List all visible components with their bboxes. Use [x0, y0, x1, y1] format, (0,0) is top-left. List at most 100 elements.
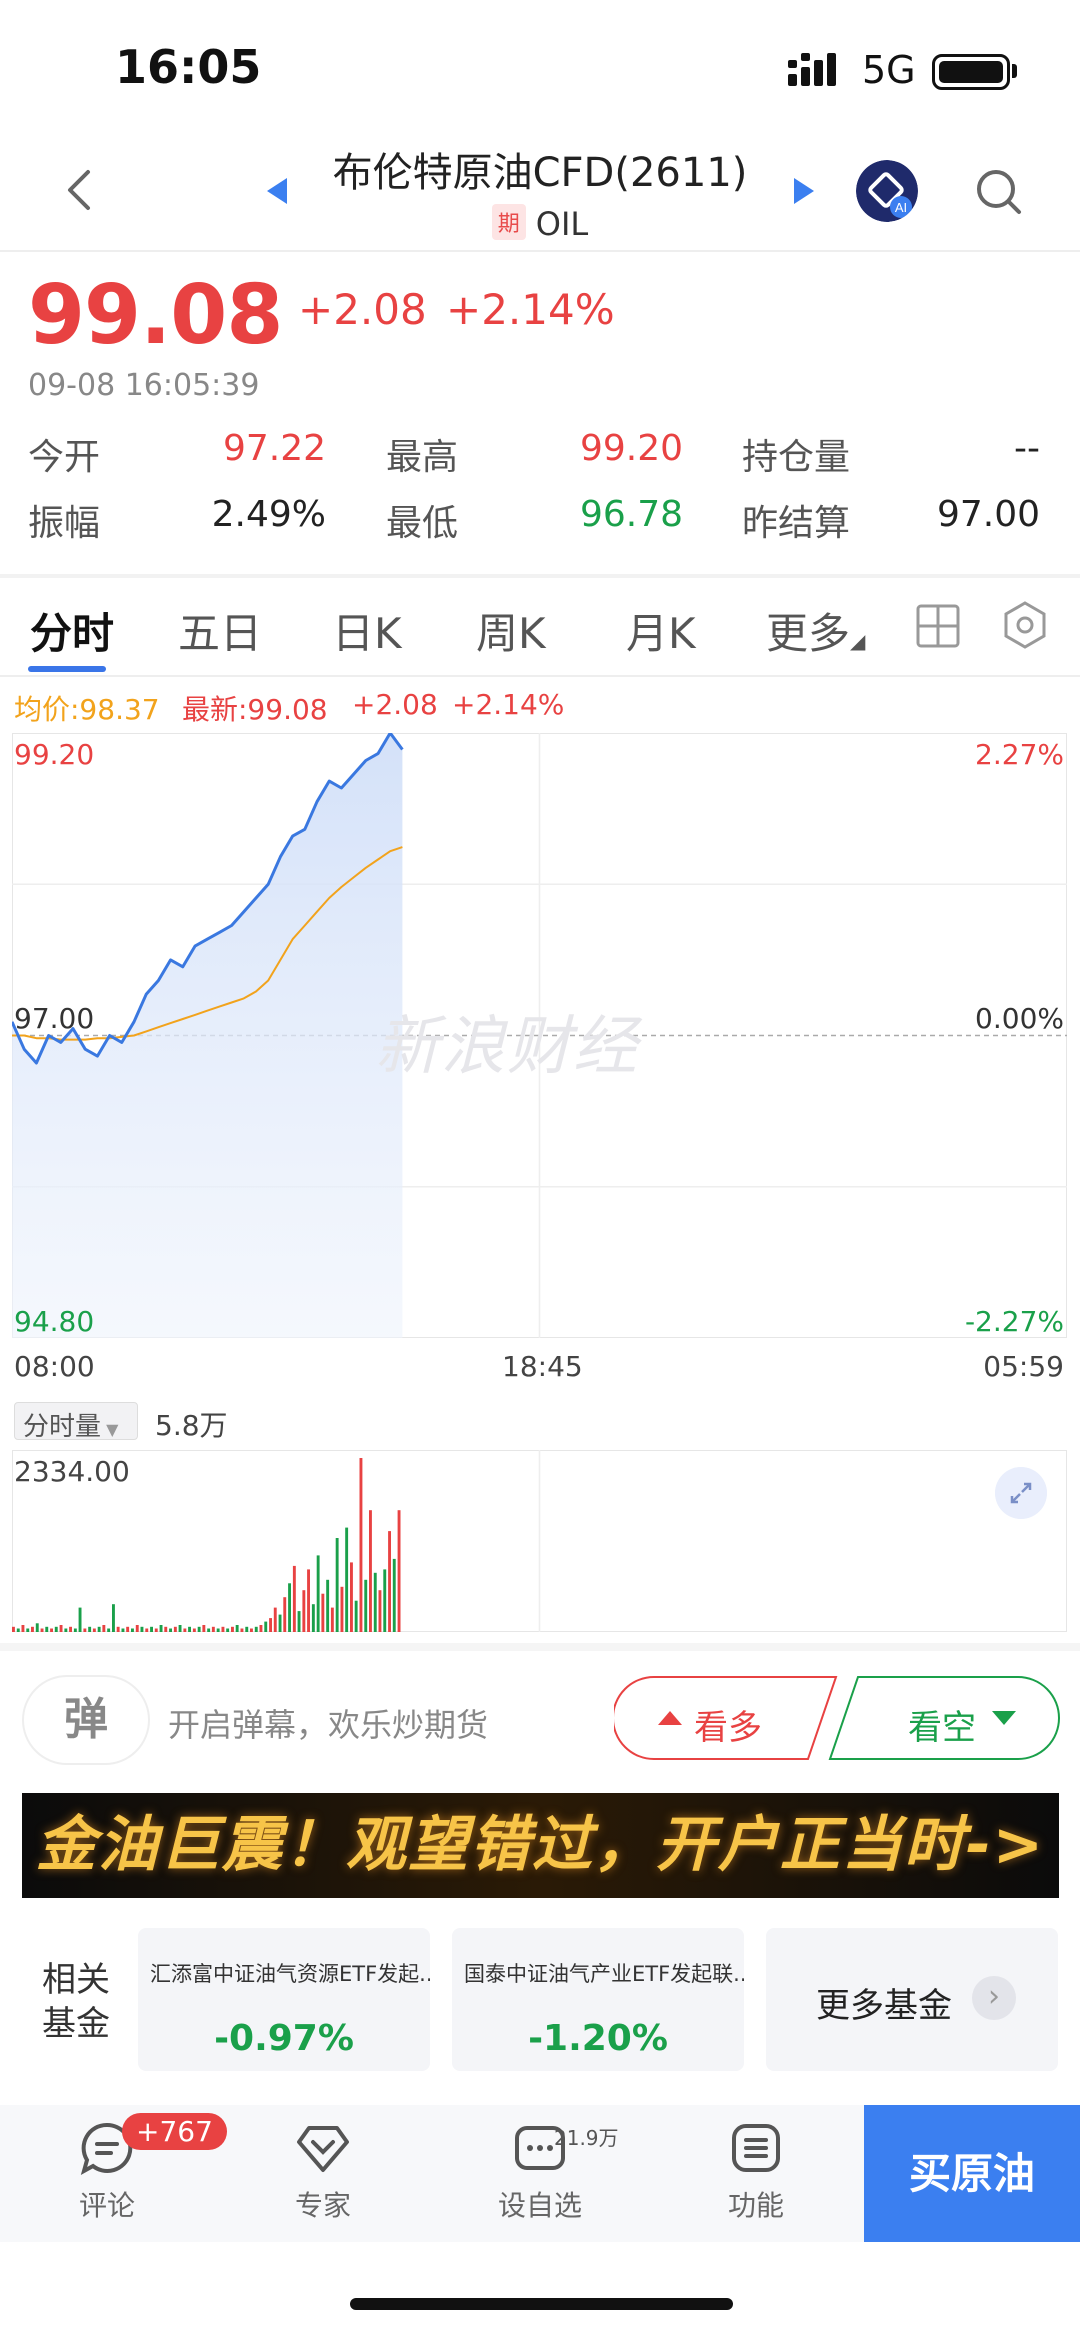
stat-value-prev-settle: 97.00 [936, 494, 1040, 535]
volume-bar [383, 1569, 387, 1632]
volume-chart [12, 1450, 541, 1632]
volume-bar [221, 1626, 225, 1632]
volume-bar [178, 1625, 182, 1632]
volume-bar [197, 1626, 201, 1632]
pct-axis-mid: 0.00% [975, 1002, 1064, 1035]
barrage-placeholder[interactable]: 开启弹幕，欢乐炒期货 [168, 1700, 488, 1746]
fund-card[interactable]: 汇添富中证油气资源ETF发起... -0.97% [138, 1928, 430, 2071]
volume-bar [135, 1625, 139, 1632]
tab-more[interactable]: 更多◢ [766, 600, 865, 661]
expert-button[interactable]: 专家 [248, 2120, 398, 2224]
volume-bar [102, 1625, 106, 1632]
volume-bar [311, 1604, 315, 1632]
comment-count-badge: +767 [122, 2113, 227, 2150]
stat-label-open: 今开 [28, 437, 101, 478]
pct-axis-top: 2.27% [975, 738, 1064, 771]
buy-oil-button[interactable]: 买原油 [864, 2105, 1080, 2242]
more-funds-button[interactable]: 更多基金 › [766, 1928, 1058, 2071]
ai-assistant-icon[interactable]: AI [856, 160, 918, 222]
chevron-right-icon: › [972, 1976, 1016, 2020]
volume-bar [92, 1628, 96, 1632]
price-change: +2.08 [298, 285, 427, 334]
search-icon[interactable] [975, 168, 1023, 216]
volume-bar [169, 1628, 172, 1632]
volume-bar [264, 1621, 268, 1632]
tab-five-day[interactable]: 五日 [178, 600, 262, 661]
volume-bar [354, 1600, 358, 1632]
volume-bar [183, 1628, 187, 1632]
volume-bar [40, 1628, 44, 1632]
volume-bar [192, 1628, 196, 1632]
volume-bar [216, 1628, 220, 1632]
volume-bar [350, 1562, 353, 1632]
stat-value-open: 97.22 [222, 428, 326, 469]
svg-text:AI: AI [895, 200, 907, 215]
volume-bar [226, 1628, 230, 1632]
volume-bar [188, 1626, 191, 1632]
volume-bar [145, 1628, 149, 1632]
volume-bar [112, 1604, 115, 1632]
stat-value-high: 99.20 [579, 428, 683, 469]
tab-daily-k[interactable]: 日K [332, 600, 402, 661]
grid-layout-icon[interactable] [915, 603, 961, 649]
instrument-code-line: 期 OIL [0, 204, 1080, 243]
volume-bar [378, 1590, 382, 1632]
volume-bar [173, 1626, 177, 1632]
volume-bar [131, 1628, 134, 1632]
volume-bar [307, 1569, 310, 1632]
volume-bar [364, 1579, 368, 1632]
stat-value-oi: -- [1014, 428, 1040, 469]
volume-bar [292, 1565, 296, 1632]
volume-bar [121, 1628, 125, 1632]
y-axis-top: 99.20 [14, 738, 95, 771]
volume-bar [50, 1628, 53, 1632]
next-instrument-icon[interactable] [790, 176, 816, 206]
volume-bar [31, 1626, 34, 1632]
volume-bar [373, 1572, 377, 1632]
tab-weekly-k[interactable]: 周K [476, 600, 546, 661]
related-funds-label: 相关基金 [42, 1960, 110, 2044]
last-price: 99.08 [28, 268, 283, 363]
volume-bar [245, 1626, 249, 1632]
volume-bar [97, 1626, 101, 1632]
quote-time: 09-08 16:05:39 [28, 368, 260, 403]
home-indicator[interactable] [350, 2298, 733, 2310]
volume-bar [330, 1607, 334, 1632]
volume-bar [231, 1626, 234, 1632]
legend-avg-price: 均价:98.37 [14, 693, 160, 726]
volume-bar [12, 1626, 15, 1632]
price-area [12, 733, 403, 1338]
volume-bar [73, 1628, 77, 1632]
volume-bar [164, 1626, 168, 1632]
volume-type-dropdown[interactable]: 分时量 ▼ [14, 1402, 138, 1442]
volume-bar [64, 1628, 68, 1632]
volume-bar [211, 1626, 215, 1632]
promo-banner[interactable]: 金油巨震！观望错过，开户正当时-> [22, 1793, 1059, 1898]
stat-label-prev-settle: 昨结算 [742, 503, 851, 544]
volume-bar [21, 1625, 25, 1632]
fund-card[interactable]: 国泰中证油气产业ETF发起联... -1.20% [452, 1928, 744, 2071]
volume-bar [288, 1583, 291, 1632]
volume-bar [150, 1626, 153, 1632]
tab-monthly-k[interactable]: 月K [626, 600, 696, 661]
settings-icon[interactable] [1000, 600, 1050, 650]
bearish-label: 看空 [908, 1708, 976, 1748]
function-button[interactable]: 功能 [681, 2120, 831, 2224]
volume-bar [35, 1623, 39, 1632]
volume-bar [345, 1527, 349, 1632]
volume-bar [397, 1510, 401, 1632]
expand-icon[interactable] [995, 1467, 1047, 1519]
pct-axis-bottom: -2.27% [964, 1305, 1064, 1338]
stat-label-low: 最低 [386, 503, 459, 544]
volume-bar [240, 1628, 244, 1632]
y-axis-bottom: 94.80 [14, 1305, 95, 1338]
barrage-toggle-button[interactable]: 弹 [22, 1675, 150, 1765]
price-change-pct: +2.14% [446, 285, 615, 334]
volume-bar [326, 1579, 330, 1632]
tab-intraday[interactable]: 分时 [30, 600, 114, 661]
volume-bar [207, 1628, 211, 1632]
volume-bar [283, 1597, 287, 1632]
futures-tag: 期 [491, 204, 526, 240]
volume-total: 5.8万 [155, 1409, 228, 1442]
diamond-icon [297, 2126, 349, 2172]
